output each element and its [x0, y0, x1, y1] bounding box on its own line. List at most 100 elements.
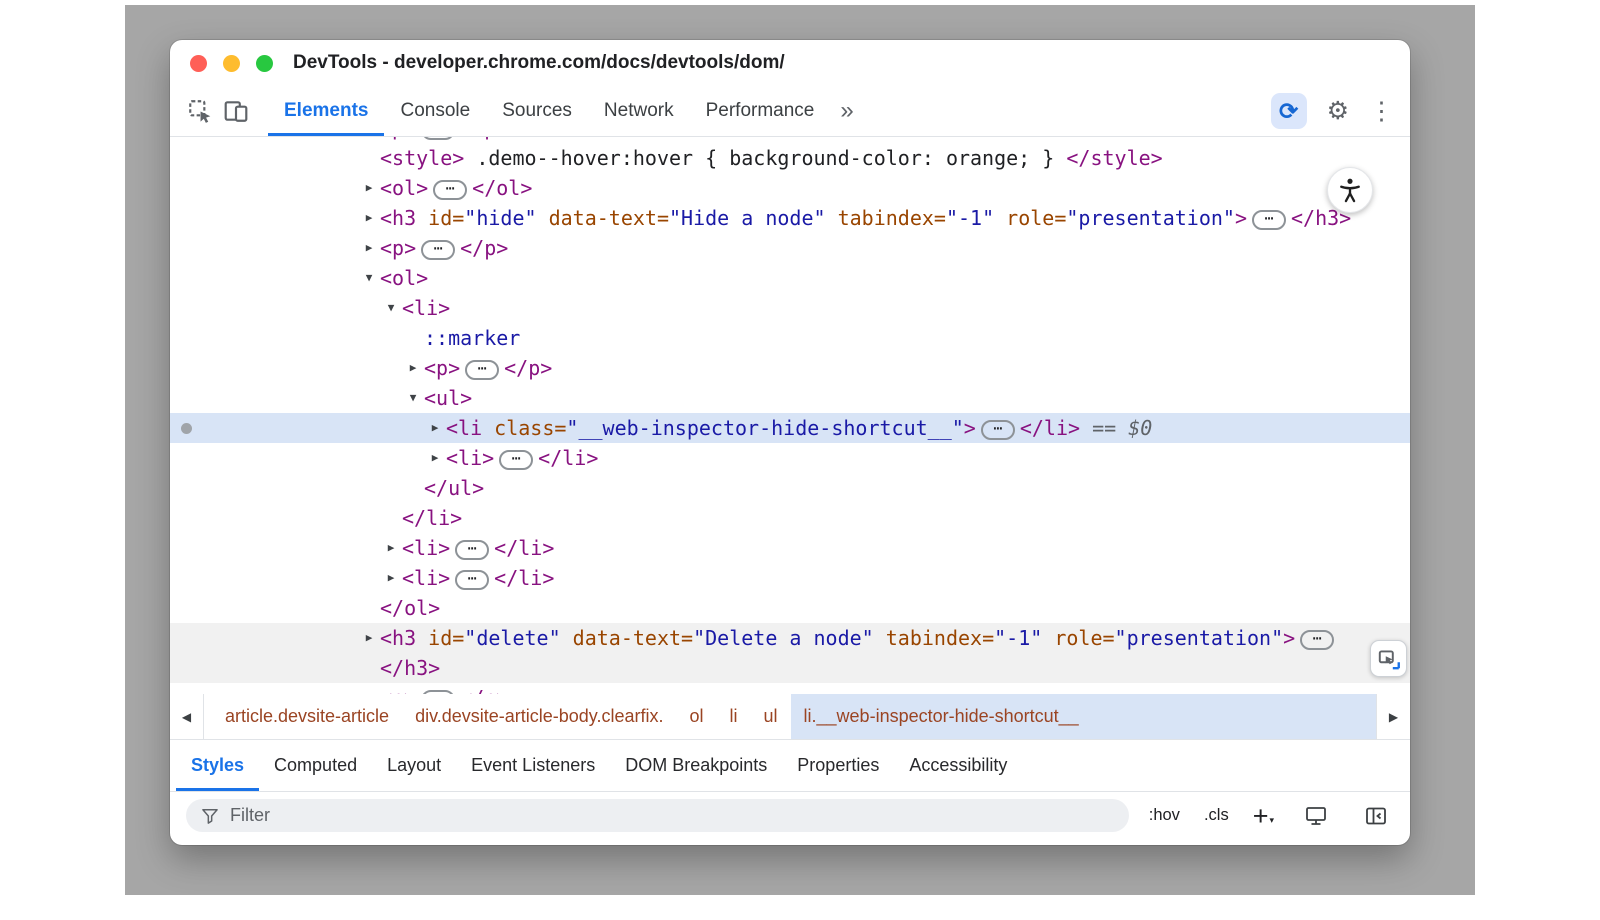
ellipsis-expand-icon[interactable]: ⋯	[421, 690, 455, 694]
dom-tree-row[interactable]: ▶<li class="__web-inspector-hide-shortcu…	[170, 413, 1410, 443]
inspect-popout-button[interactable]	[1370, 640, 1407, 677]
tab-network[interactable]: Network	[588, 86, 690, 136]
ellipsis-expand-icon[interactable]: ⋯	[421, 137, 455, 140]
dom-node-markup: <h3 id="delete" data-text="Delete a node…	[170, 623, 1339, 653]
styles-tab-layout[interactable]: Layout	[372, 740, 456, 791]
tab-performance[interactable]: Performance	[690, 86, 831, 136]
code-segment-val: "Hide a node"	[669, 206, 826, 230]
collapse-arrow-icon[interactable]: ▼	[404, 383, 422, 413]
device-toolbar-button[interactable]	[218, 93, 254, 129]
expand-arrow-icon[interactable]: ▶	[382, 533, 400, 563]
styles-tab-accessibility[interactable]: Accessibility	[894, 740, 1022, 791]
expand-arrow-icon[interactable]: ▶	[360, 683, 378, 694]
dom-tree-row[interactable]: </ul>	[170, 473, 1410, 503]
ellipsis-expand-icon[interactable]: ⋯	[499, 450, 533, 470]
tab-console[interactable]: Console	[384, 86, 486, 136]
code-segment-tag: <li>	[446, 446, 494, 470]
expand-arrow-icon[interactable]: ▶	[360, 173, 378, 203]
breadcrumb: ◀ article.devsite-articlediv.devsite-art…	[170, 694, 1410, 740]
accessibility-overlay-button[interactable]	[1327, 167, 1373, 213]
code-segment-tag: <style>	[380, 146, 464, 170]
close-window-button[interactable]	[190, 55, 207, 72]
dom-tree-row[interactable]: ▶<li>⋯</li>	[170, 563, 1410, 593]
dom-tree-row[interactable]: ▶<p>⋯</p>	[170, 353, 1410, 383]
code-segment-attr: tabindex=	[874, 626, 994, 650]
rendering-emulations-button[interactable]	[1298, 798, 1334, 834]
dom-node-markup: ::marker	[170, 323, 520, 353]
code-segment-attr: id=	[416, 626, 464, 650]
ellipsis-expand-icon[interactable]: ⋯	[455, 570, 489, 590]
expand-arrow-icon[interactable]: ▶	[360, 623, 378, 653]
tab-sources[interactable]: Sources	[486, 86, 588, 136]
breadcrumb-item-ol[interactable]: ol	[677, 694, 717, 739]
new-style-rule-button[interactable]: + ▾	[1253, 805, 1274, 827]
dom-tree-row[interactable]: ▶<p>⋯</p>	[170, 233, 1410, 263]
ellipsis-expand-icon[interactable]: ⋯	[981, 420, 1015, 440]
ellipsis-expand-icon[interactable]: ⋯	[421, 240, 455, 260]
dom-tree-row[interactable]: ▶<li>⋯</li>	[170, 443, 1410, 473]
expand-arrow-icon[interactable]: ▶	[404, 353, 422, 383]
computed-sidebar-toggle-button[interactable]	[1358, 798, 1394, 834]
code-segment-val: "-1"	[946, 206, 994, 230]
dom-tree-row[interactable]: ▶<ol>⋯</ol>	[170, 173, 1410, 203]
more-tabs-button[interactable]: »	[834, 86, 859, 136]
minimize-window-button[interactable]	[223, 55, 240, 72]
dom-tree-row[interactable]: </ol>	[170, 593, 1410, 623]
sync-status-button[interactable]: ⟳	[1271, 93, 1307, 129]
collapse-arrow-icon[interactable]: ▼	[382, 293, 400, 323]
dom-tree-row[interactable]: ::marker	[170, 323, 1410, 353]
styles-filter-bar: Filter :hov .cls + ▾	[170, 792, 1410, 839]
code-segment-attr: role=	[1042, 626, 1114, 650]
breadcrumb-item-li[interactable]: li	[717, 694, 751, 739]
expand-arrow-icon[interactable]: ▶	[360, 233, 378, 263]
dom-tree-row[interactable]: ▼<ul>	[170, 383, 1410, 413]
code-segment-tag: </ol>	[472, 176, 532, 200]
code-segment-tag: <li>	[402, 566, 450, 590]
element-classes-button[interactable]: .cls	[1204, 806, 1229, 825]
expand-arrow-icon[interactable]: ▶	[382, 563, 400, 593]
expand-arrow-icon[interactable]: ▶	[360, 203, 378, 233]
tab-elements[interactable]: Elements	[268, 86, 384, 136]
styles-tab-computed[interactable]: Computed	[259, 740, 372, 791]
styles-tab-styles[interactable]: Styles	[176, 740, 259, 791]
dom-node-markup: <li>⋯</li>	[170, 443, 598, 473]
breadcrumb-item-li-web-inspector-hide-shortcut[interactable]: li.__web-inspector-hide-shortcut__	[791, 694, 1376, 739]
expand-arrow-icon[interactable]: ▶	[426, 443, 444, 473]
ellipsis-expand-icon[interactable]: ⋯	[465, 360, 499, 380]
styles-tab-properties[interactable]: Properties	[782, 740, 894, 791]
breadcrumb-item-div-devsite-article-body-clearfix[interactable]: div.devsite-article-body.clearfix.	[402, 694, 676, 739]
code-segment-tag: <h3	[380, 626, 416, 650]
breadcrumb-item-ul[interactable]: ul	[751, 694, 791, 739]
expand-arrow-icon[interactable]: ▶	[426, 413, 444, 443]
dom-tree-row[interactable]: ▶<li>⋯</li>	[170, 533, 1410, 563]
dom-tree-row[interactable]: ▶<h3 id="delete" data-text="Delete a nod…	[170, 623, 1410, 653]
styles-filter-input[interactable]: Filter	[186, 799, 1129, 832]
ellipsis-expand-icon[interactable]: ⋯	[433, 180, 467, 200]
main-menu-button[interactable]: ⋮	[1369, 93, 1394, 129]
dom-tree-row[interactable]: ▼<ol>	[170, 263, 1410, 293]
dom-tree-row[interactable]: <style> .demo--hover:hover { background-…	[170, 143, 1410, 173]
dom-tree-row[interactable]: ▶<p>⋯</p>	[170, 683, 1410, 694]
toggle-element-state-button[interactable]: :hov	[1149, 806, 1180, 825]
ellipsis-expand-icon[interactable]: ⋯	[455, 540, 489, 560]
ellipsis-expand-icon[interactable]: ⋯	[1300, 630, 1334, 650]
collapse-arrow-icon[interactable]: ▼	[360, 263, 378, 293]
zoom-window-button[interactable]	[256, 55, 273, 72]
dom-tree-row[interactable]: ▼<li>	[170, 293, 1410, 323]
breadcrumb-item-article-devsite-article[interactable]: article.devsite-article	[212, 694, 402, 739]
dom-node-markup: <ol>⋯</ol>	[170, 173, 532, 203]
dom-tree-row[interactable]: </h3>	[170, 653, 1410, 683]
breadcrumb-scroll-right-button[interactable]: ▶	[1376, 694, 1410, 739]
code-segment-tag: <p>	[380, 236, 416, 260]
breadcrumb-scroll-left-button[interactable]: ◀	[170, 694, 204, 739]
styles-tab-dom-breakpoints[interactable]: DOM Breakpoints	[610, 740, 782, 791]
styles-tab-event-listeners[interactable]: Event Listeners	[456, 740, 610, 791]
settings-button[interactable]: ⚙	[1327, 93, 1349, 129]
dom-tree-row[interactable]: </li>	[170, 503, 1410, 533]
dom-tree-row[interactable]: ▶<h3 id="hide" data-text="Hide a node" t…	[170, 203, 1410, 233]
inspect-element-button[interactable]	[182, 93, 218, 129]
code-segment-tag: <ol>	[380, 266, 428, 290]
code-segment-attr: data-text=	[561, 626, 693, 650]
ellipsis-expand-icon[interactable]: ⋯	[1252, 210, 1286, 230]
code-segment-val: "-1"	[994, 626, 1042, 650]
